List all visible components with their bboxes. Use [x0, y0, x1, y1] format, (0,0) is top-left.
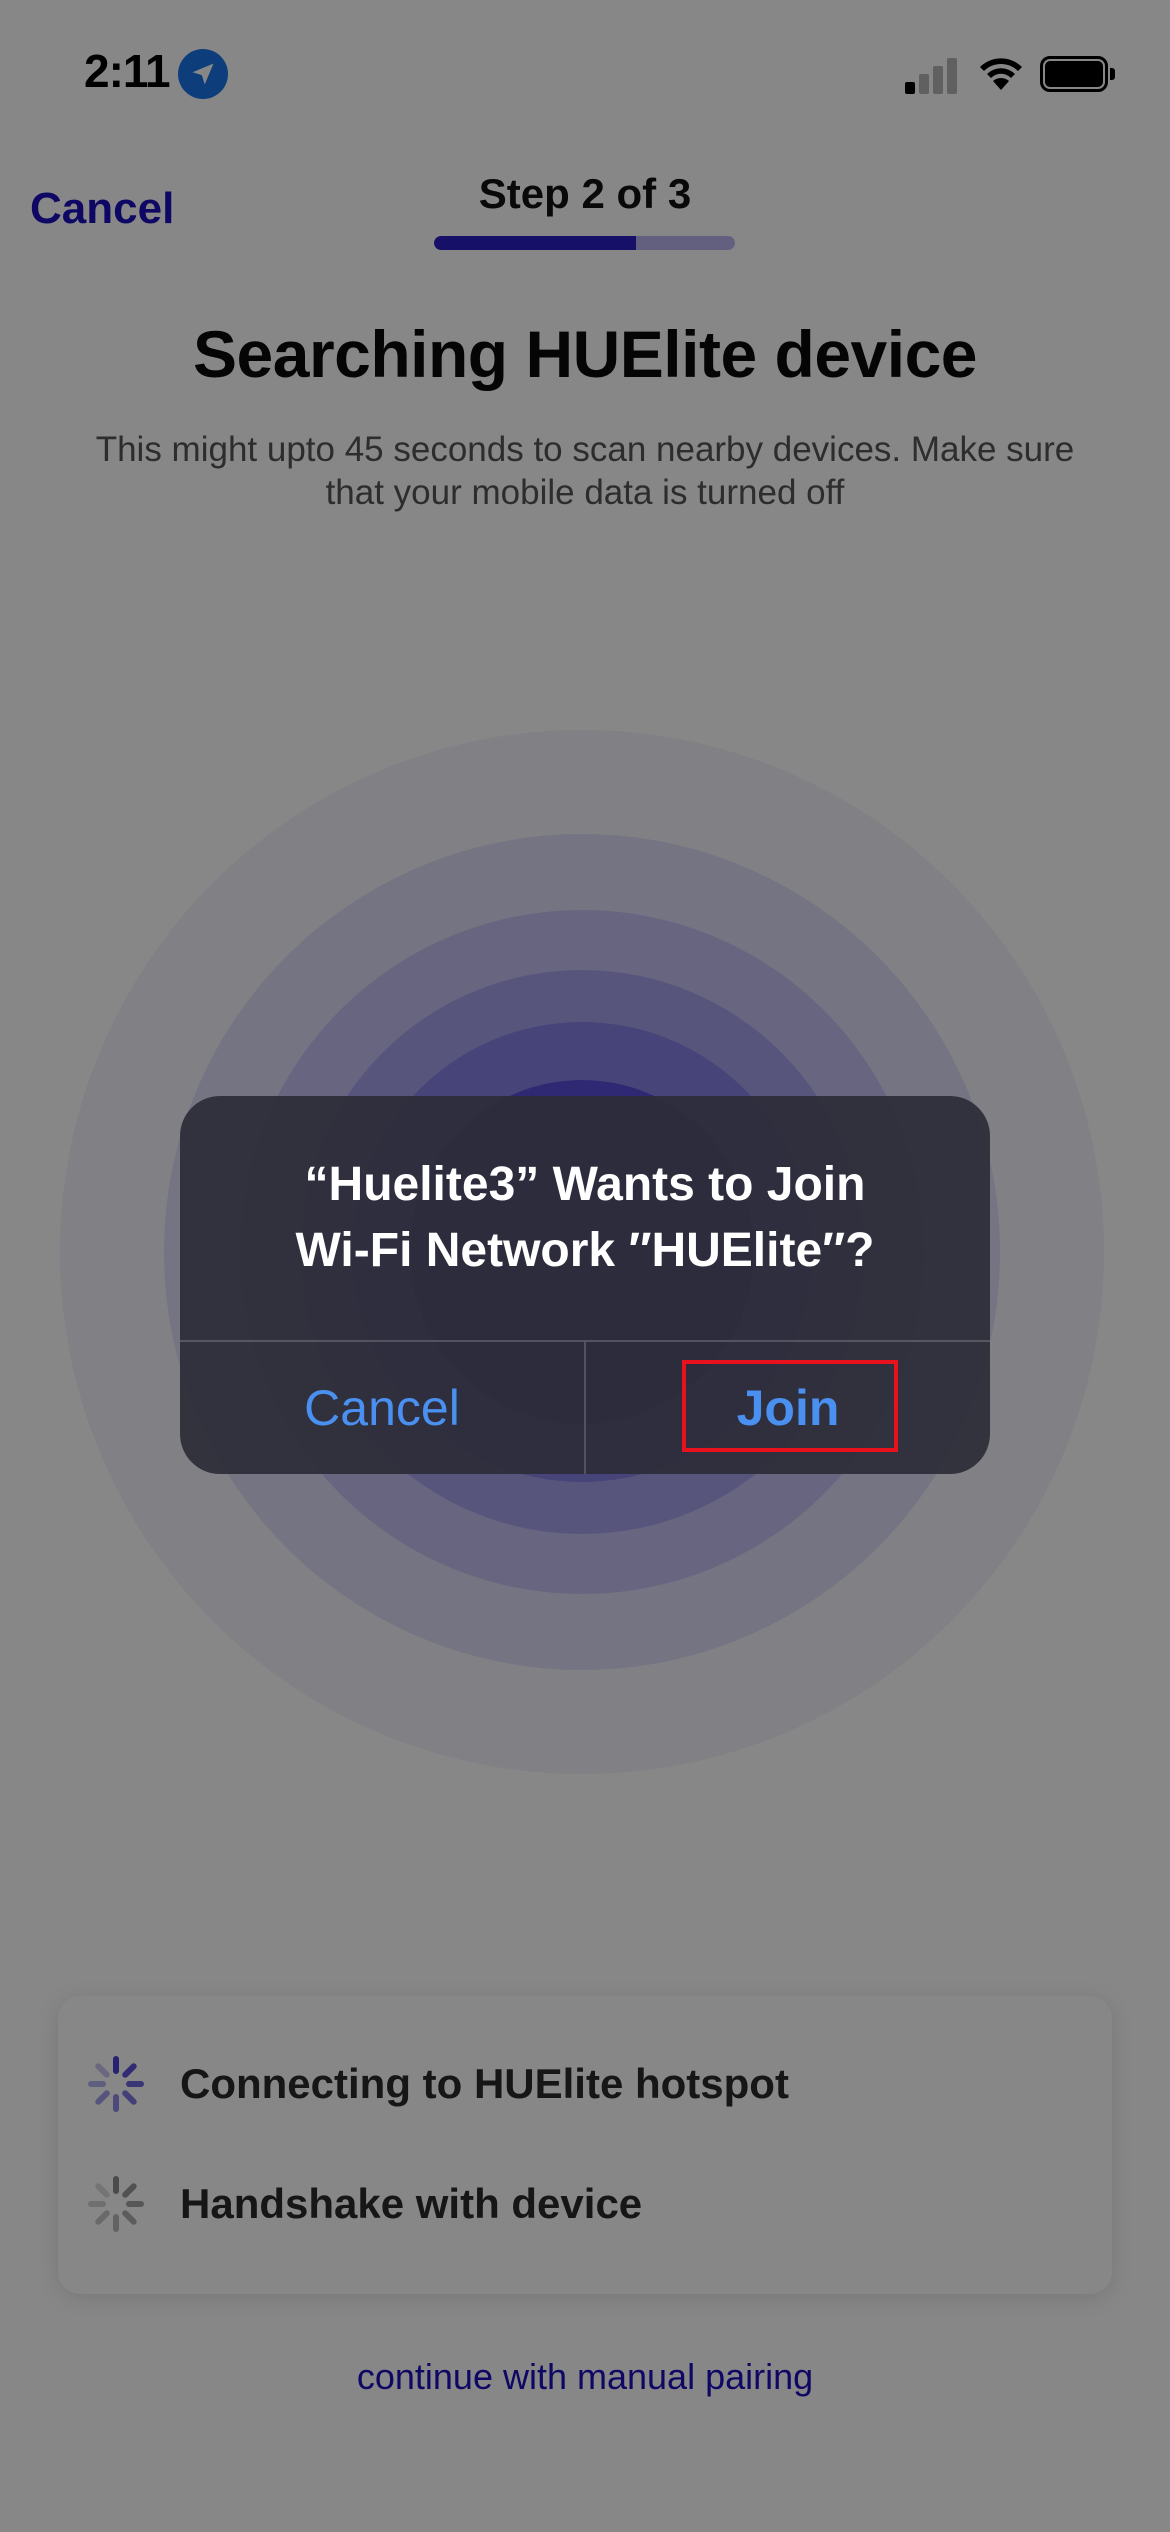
alert-cancel-button[interactable]: Cancel [180, 1342, 584, 1474]
join-wifi-alert: “Huelite3” Wants to Join Wi-Fi Network ″… [180, 1096, 990, 1474]
join-button-highlight [682, 1360, 898, 1452]
alert-title-line: Wi-Fi Network ″HUElite″? [295, 1224, 875, 1277]
alert-title-line: “Huelite3” Wants to Join [304, 1158, 866, 1211]
alert-title: “Huelite3” Wants to Join Wi-Fi Network ″… [200, 1152, 970, 1284]
